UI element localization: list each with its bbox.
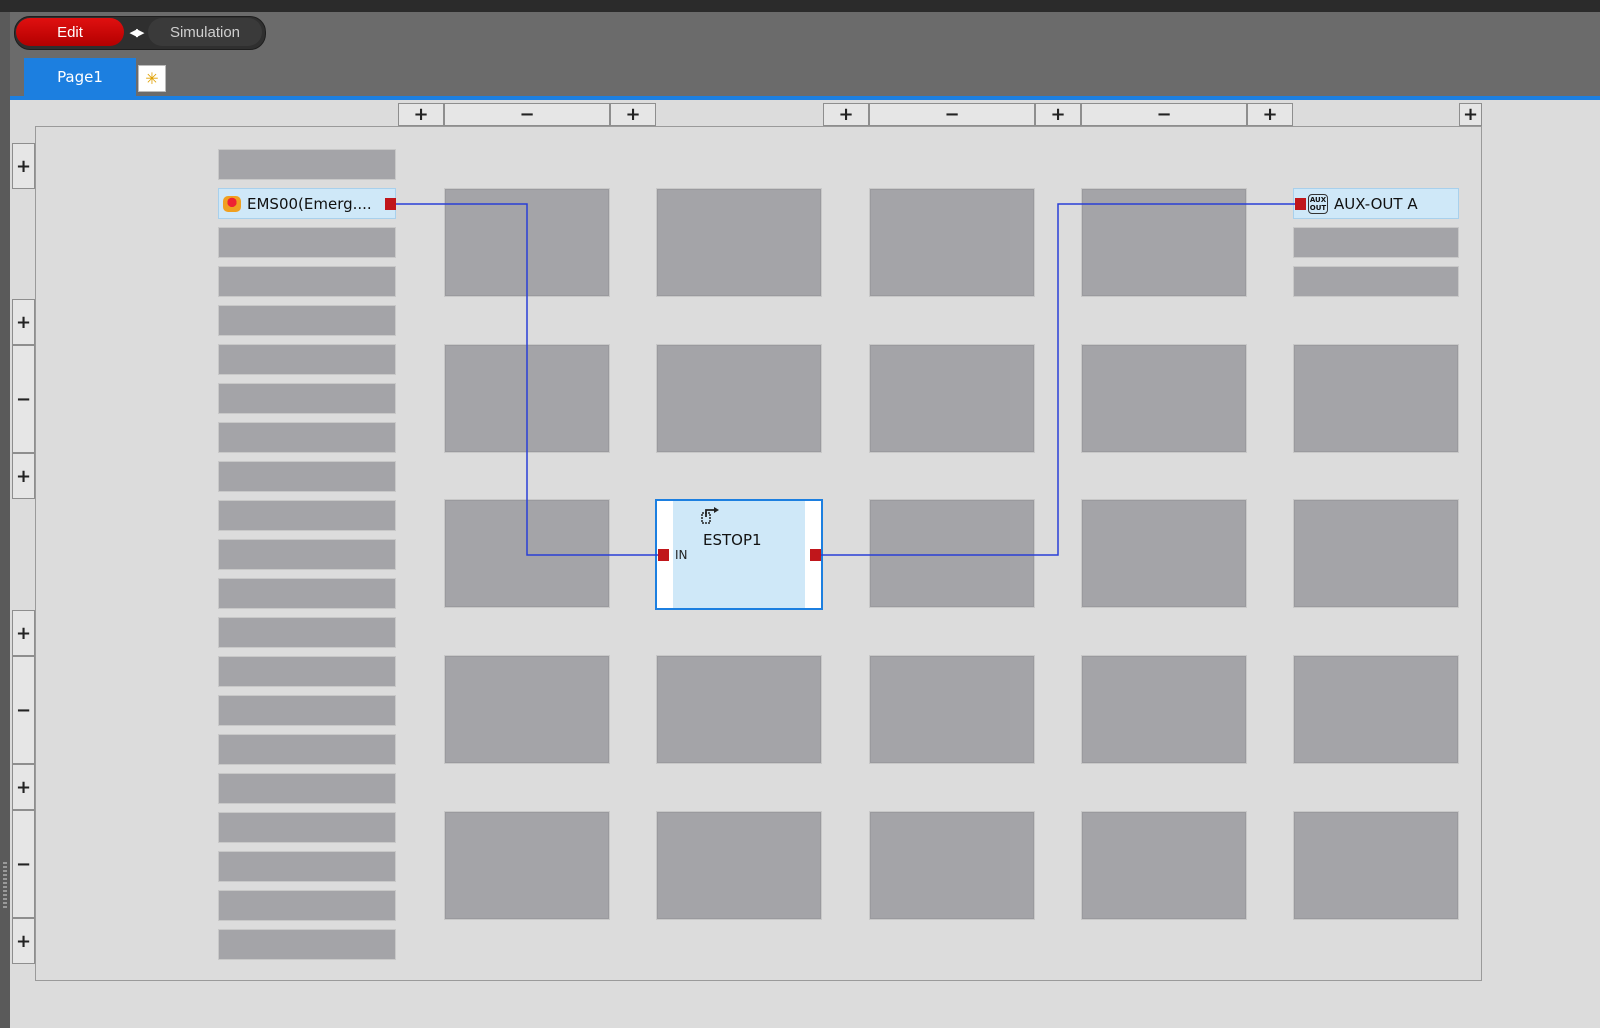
output-slot[interactable] [1293, 227, 1459, 258]
column-add-button[interactable]: + [1247, 103, 1293, 126]
aux-out-icon: AUX OUT [1308, 193, 1328, 214]
row-remove-button[interactable]: − [12, 810, 35, 918]
function-block-slot[interactable] [444, 811, 610, 920]
column-remove-button[interactable]: − [869, 103, 1035, 126]
function-block-slot[interactable] [1293, 344, 1459, 453]
input-slot[interactable] [218, 383, 396, 414]
input-slot[interactable] [218, 266, 396, 297]
column-add-button[interactable]: + [610, 103, 656, 126]
output-item-aux-out-a[interactable]: AUX OUT AUX-OUT A [1293, 188, 1459, 219]
input-slot[interactable] [218, 734, 396, 765]
row-add-button[interactable]: + [12, 610, 35, 656]
output-item-label: AUX-OUT A [1334, 194, 1418, 213]
column-add-button[interactable]: + [1035, 103, 1081, 126]
function-block-input-port[interactable] [658, 549, 669, 561]
input-item-label: EMS00(Emerg.... [247, 194, 372, 213]
function-block-slot[interactable] [1293, 811, 1459, 920]
input-slot[interactable] [218, 149, 396, 180]
function-block-slot[interactable] [444, 188, 610, 297]
function-block-slot[interactable] [444, 499, 610, 608]
row-add-button[interactable]: + [12, 764, 35, 810]
input-slot[interactable] [218, 305, 396, 336]
mode-switch-arrows-icon[interactable]: ◀▶ [127, 23, 145, 41]
function-block-name: ESTOP1 [703, 531, 762, 549]
simulation-mode-button[interactable]: Simulation [148, 18, 262, 46]
input-slot[interactable] [218, 578, 396, 609]
input-slot[interactable] [218, 500, 396, 531]
function-block-slot[interactable] [869, 188, 1035, 297]
input-slot[interactable] [218, 461, 396, 492]
output-slot[interactable] [1293, 266, 1459, 297]
row-add-button[interactable]: + [12, 299, 35, 345]
function-block-slot[interactable] [1081, 655, 1247, 764]
function-block-slot[interactable] [1293, 655, 1459, 764]
row-add-button[interactable]: + [12, 453, 35, 499]
input-item-port[interactable] [385, 198, 396, 210]
input-slot[interactable] [218, 695, 396, 726]
window-top-bar [0, 0, 1600, 12]
function-block-slot[interactable] [444, 655, 610, 764]
emergency-stop-icon [223, 195, 241, 212]
function-block-input-label: IN [675, 548, 688, 562]
tab-page1[interactable]: Page1 [24, 58, 136, 96]
function-block-slot[interactable] [869, 499, 1035, 608]
function-block-slot[interactable] [656, 188, 822, 297]
function-block-slot[interactable] [1081, 499, 1247, 608]
left-edge-panel [0, 12, 10, 1028]
row-add-button[interactable]: + [12, 918, 35, 964]
function-block-icon [701, 507, 723, 525]
input-slot[interactable] [218, 851, 396, 882]
column-add-button[interactable]: + [398, 103, 444, 126]
column-remove-button[interactable]: − [444, 103, 610, 126]
input-slot[interactable] [218, 656, 396, 687]
function-block-estop1[interactable]: ESTOP1 IN [655, 499, 823, 610]
output-item-port[interactable] [1295, 198, 1306, 210]
function-block-slot[interactable] [1081, 344, 1247, 453]
function-block-slot[interactable] [444, 344, 610, 453]
input-slot[interactable] [218, 812, 396, 843]
column-add-button[interactable]: + [1459, 103, 1482, 126]
input-slot[interactable] [218, 773, 396, 804]
edit-mode-button[interactable]: Edit [16, 18, 124, 46]
function-block-slot[interactable] [656, 811, 822, 920]
function-block-slot[interactable] [869, 344, 1035, 453]
input-slot[interactable] [218, 227, 396, 258]
row-add-button[interactable]: + [12, 143, 35, 189]
input-slot[interactable] [218, 344, 396, 375]
function-block-slot[interactable] [656, 655, 822, 764]
column-add-button[interactable]: + [823, 103, 869, 126]
input-slot[interactable] [218, 422, 396, 453]
input-slot[interactable] [218, 617, 396, 648]
function-block-slot[interactable] [656, 344, 822, 453]
panel-resize-grip[interactable] [3, 862, 7, 908]
input-slot[interactable] [218, 539, 396, 570]
function-block-slot[interactable] [1081, 188, 1247, 297]
function-block-slot[interactable] [869, 655, 1035, 764]
function-block-slot[interactable] [1293, 499, 1459, 608]
row-remove-button[interactable]: − [12, 345, 35, 453]
function-block-slot[interactable] [1081, 811, 1247, 920]
row-remove-button[interactable]: − [12, 656, 35, 764]
function-block-output-port[interactable] [810, 549, 821, 561]
add-page-icon[interactable]: ✳ [138, 65, 166, 92]
function-block-slot[interactable] [869, 811, 1035, 920]
input-slot[interactable] [218, 890, 396, 921]
input-slot[interactable] [218, 929, 396, 960]
input-item-emergency-stop[interactable]: EMS00(Emerg.... [218, 188, 396, 219]
column-remove-button[interactable]: − [1081, 103, 1247, 126]
